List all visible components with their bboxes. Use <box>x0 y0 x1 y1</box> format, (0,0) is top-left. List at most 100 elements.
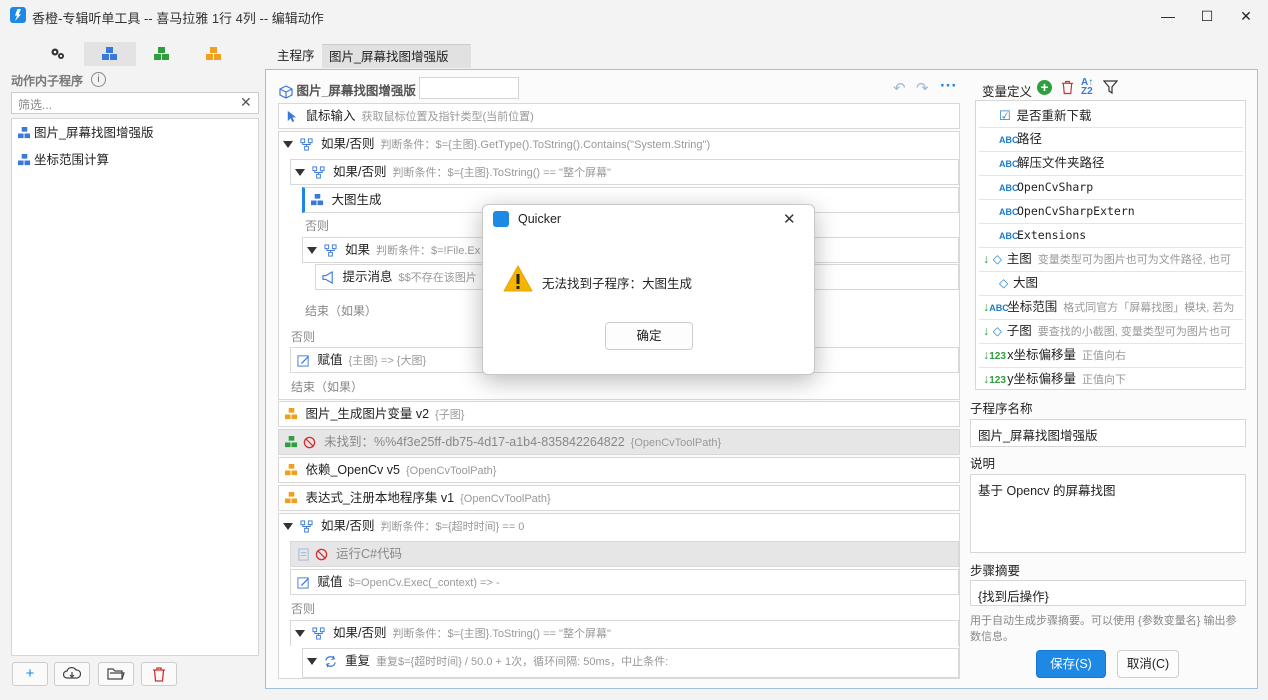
tab-main-program[interactable]: 主程序 <box>270 44 322 68</box>
global-subprogram-tab-icon[interactable] <box>136 42 188 66</box>
save-button[interactable]: 保存(S) <box>1036 650 1106 678</box>
megaphone-icon <box>322 271 333 285</box>
variable-row[interactable]: ↓123y坐标偏移量 正值向下 <box>979 368 1243 389</box>
dialog-close-icon[interactable]: ✕ <box>783 210 796 228</box>
clear-filter-icon[interactable]: ✕ <box>240 94 252 111</box>
step-dependency-opencv[interactable]: 依赖_OpenCv v5 {OpenCvToolPath} <box>278 457 960 483</box>
step-generate-image-var[interactable]: 图片_生成图片变量 v2 {子图} <box>278 401 960 427</box>
step-if-else[interactable]: 如果/否则 判断条件：$={超时时间} == 0 <box>278 513 960 539</box>
collapse-icon <box>295 169 305 177</box>
variable-row[interactable]: ☑ 是否重新下载 <box>979 104 1243 128</box>
branch-icon <box>300 138 314 151</box>
step-if-else[interactable]: 如果/否则 判断条件：$={主图}.ToString() == "整个屏幕" <box>290 620 959 646</box>
step-if-else[interactable]: 如果/否则 判断条件：$={主图}.GetType().ToString().Co… <box>278 131 960 157</box>
cancel-button[interactable]: 取消(C) <box>1117 650 1179 678</box>
branch-icon <box>324 244 338 257</box>
variable-row[interactable]: ↓ABC坐标范围 格式同官方「屏幕找图」模块, 若为 <box>979 296 1243 320</box>
more-icon[interactable]: ··· <box>940 76 957 96</box>
subprogram-item[interactable]: 坐标范围计算 <box>18 149 109 171</box>
edit-icon <box>297 355 310 367</box>
description-input[interactable]: 基于 Opencv 的屏幕找图 <box>970 474 1246 553</box>
error-dialog: Quicker ✕ 无法找到子程序：大图生成 确定 <box>482 204 815 375</box>
collapse-icon <box>295 630 305 638</box>
step-run-csharp[interactable]: 运行C#代码 <box>290 541 959 567</box>
checkbox-icon: ☑ <box>999 108 1011 123</box>
step-mouse-input[interactable]: 鼠标输入 获取鼠标位置及指针类型(当前位置) <box>278 103 960 129</box>
subprogram-icon <box>311 194 324 206</box>
text-type-icon: ABC <box>989 303 1009 313</box>
ok-button[interactable]: 确定 <box>605 322 693 350</box>
gears-tab-icon[interactable] <box>32 42 84 66</box>
input-arrow-icon: ↓ <box>983 252 990 266</box>
sort-icon[interactable]: A↑ Z2 <box>1081 78 1093 97</box>
open-folder-icon[interactable] <box>98 662 134 686</box>
add-button[interactable]: + <box>12 662 48 686</box>
text-type-icon: ABC <box>999 231 1019 241</box>
subprogram-title: 图片_屏幕找图增强版 <box>296 84 416 98</box>
add-variable-icon[interactable]: + <box>1037 80 1052 95</box>
subprogram-name-input[interactable]: 图片_屏幕找图增强版 <box>970 419 1246 447</box>
window-title: 香橙-专辑听单工具 -- 喜马拉雅 1行 4列 -- 编辑动作 <box>32 11 324 26</box>
variable-row[interactable]: ↓ ◇ 主图 变量类型可为图片也可为文件路径, 也可 <box>979 248 1243 272</box>
end-if-label: 结束（如果） <box>291 380 364 394</box>
filter-input[interactable]: 筛选... <box>11 92 259 114</box>
warning-icon <box>503 265 533 292</box>
dialog-title: Quicker <box>518 212 562 226</box>
step-register-assembly[interactable]: 表达式_注册本地程序集 v1 {OpenCvToolPath} <box>278 485 960 511</box>
variable-row[interactable]: ◇ 大图 <box>979 272 1243 296</box>
variable-row[interactable]: ↓123x坐标偏移量 正值向右 <box>979 344 1243 368</box>
global-subprogram-icon <box>285 436 298 448</box>
shared-subprogram-tab-icon[interactable] <box>188 42 240 66</box>
number-type-icon: 123 <box>989 351 1006 362</box>
step-summary-label: 步骤摘要 <box>970 564 1021 578</box>
subprogram-icon-field[interactable] <box>419 77 519 99</box>
summary-help-text: 用于自动生成步骤摘要。可以使用 {参数变量名} 输出参数信息。 <box>970 615 1237 643</box>
close-button[interactable]: ✕ <box>1223 0 1268 32</box>
variable-row[interactable]: ABCExtensions <box>979 224 1243 248</box>
disabled-icon <box>304 436 316 449</box>
collapse-icon <box>283 523 293 531</box>
branch-icon <box>312 166 326 179</box>
shared-subprogram-icon <box>285 464 298 476</box>
text-type-icon: ABC <box>999 207 1019 217</box>
delete-icon[interactable] <box>141 662 177 686</box>
step-if-else[interactable]: 如果/否则 判断条件：$={主图}.ToString() == "整个屏幕" <box>290 159 959 185</box>
variable-row[interactable]: ABC路径 <box>979 128 1243 152</box>
branch-icon <box>312 627 326 640</box>
variables-header: 变量定义 <box>982 85 1033 99</box>
step-repeat[interactable]: 重复 重复$={超时时间} / 50.0 + 1次，循环间隔: 50ms，中止条件… <box>302 648 959 678</box>
shared-subprogram-icon <box>285 408 298 420</box>
input-arrow-icon: ↓ <box>983 324 990 338</box>
undo-icon[interactable]: ↶ <box>893 79 906 97</box>
repeat-icon <box>325 655 337 668</box>
object-type-icon: ◇ <box>992 252 1002 266</box>
step-summary-input[interactable]: {找到后操作} <box>970 580 1246 606</box>
filter-icon[interactable] <box>1103 80 1118 95</box>
pointer-icon <box>287 111 297 123</box>
subprogram-list <box>11 118 259 656</box>
variable-row[interactable]: ABCOpenCvSharp <box>979 176 1243 200</box>
subprogram-item[interactable]: 图片_屏幕找图增强版 <box>18 122 153 144</box>
step-assign[interactable]: 赋值 $=OpenCv.Exec(_context) => - <box>290 569 959 595</box>
redo-icon[interactable]: ↷ <box>916 79 929 97</box>
object-type-icon: ◇ <box>992 324 1002 338</box>
delete-variable-icon[interactable] <box>1061 80 1074 95</box>
collapse-icon <box>283 141 293 149</box>
step-missing[interactable]: 未找到：%%4f3e25ff-db75-4d17-a1b4-8358422648… <box>278 429 960 455</box>
object-type-icon: ◇ <box>999 276 1009 290</box>
collapse-icon <box>307 658 317 666</box>
app-icon <box>10 7 26 23</box>
variable-row[interactable]: ↓ ◇ 子图 要查找的小截图, 变量类型可为图片也可 <box>979 320 1243 344</box>
variable-row[interactable]: ABC解压文件夹路径 <box>979 152 1243 176</box>
dialog-message: 无法找到子程序：大图生成 <box>542 277 693 291</box>
download-cloud-icon[interactable] <box>54 662 90 686</box>
shared-subprogram-icon <box>285 492 298 504</box>
tab-subprogram[interactable]: 图片_屏幕找图增强版 x <box>322 44 471 88</box>
variable-row[interactable]: ABCOpenCvSharpExtern <box>979 200 1243 224</box>
info-icon[interactable]: i <box>91 72 106 87</box>
quicker-icon <box>493 211 509 227</box>
text-type-icon: ABC <box>999 183 1019 193</box>
branch-icon <box>300 520 314 533</box>
subprogram-tab-icon[interactable] <box>84 42 136 66</box>
editor-header: 图片_屏幕找图增强版 <box>279 80 416 99</box>
